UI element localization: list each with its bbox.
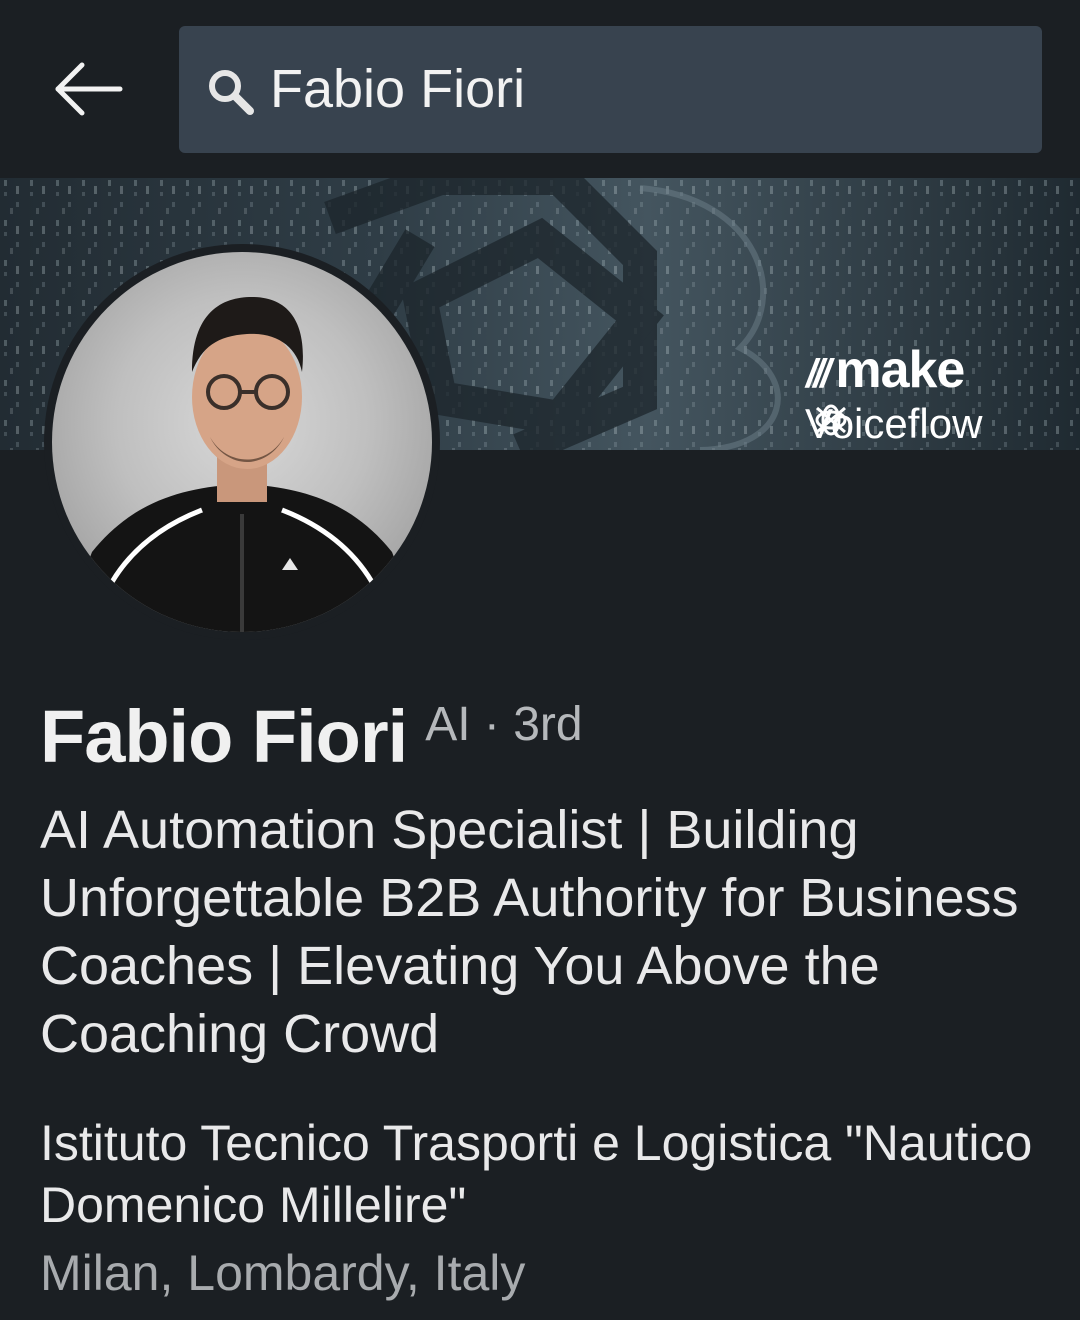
- profile-headline: AI Automation Specialist | Building Unfo…: [40, 800, 1019, 1064]
- arrow-left-icon: [55, 62, 123, 116]
- top-bar: Fabio Fiori: [0, 0, 1080, 178]
- voiceflow-mark-icon: [815, 404, 847, 436]
- profile-education[interactable]: Istituto Tecnico Trasporti e Logistica "…: [40, 1112, 1040, 1236]
- profile-name-row: Fabio Fiori AI · 3rd: [40, 694, 583, 779]
- avatar-photo: [52, 252, 432, 632]
- back-button[interactable]: [48, 54, 128, 124]
- search-icon: [209, 70, 254, 115]
- voiceflow-logo: Voiceflow: [805, 400, 983, 447]
- person-photo: [62, 297, 422, 632]
- search-input[interactable]: Fabio Fiori: [179, 26, 1042, 153]
- search-query: Fabio Fiori: [270, 59, 526, 119]
- profile-location: Milan, Lombardy, Italy: [40, 1245, 526, 1301]
- connection-degree: AI · 3rd: [425, 698, 583, 751]
- profile-name: Fabio Fiori: [40, 695, 408, 778]
- make-logo: ///make: [806, 341, 965, 399]
- profile-avatar[interactable]: [44, 244, 440, 640]
